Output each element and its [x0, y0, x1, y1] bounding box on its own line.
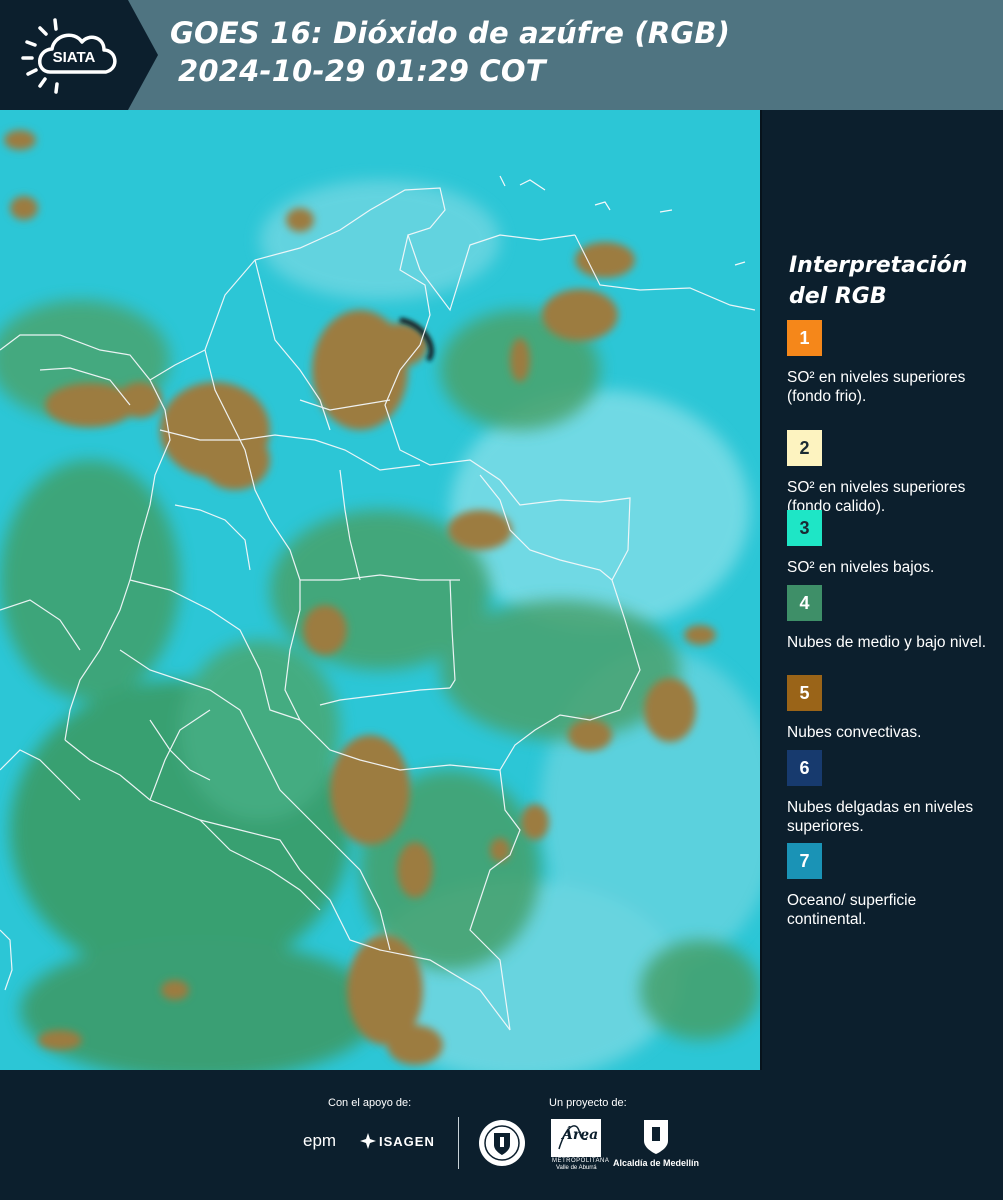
legend-item-3: 3 SO² en niveles bajos.: [787, 510, 997, 577]
area-logo-sub2: Valle de Aburrá: [556, 1165, 597, 1171]
page-title-line1: GOES 16: Dióxido de azúfre (RGB): [170, 16, 731, 50]
support-label: Con el apoyo de:: [328, 1097, 412, 1109]
siata-logo-text: SIATA: [53, 49, 96, 66]
legend-label-3: SO² en niveles bajos.: [787, 559, 935, 576]
isagen-logo: ISAGEN: [379, 1134, 435, 1149]
alcaldia-logo-text: Alcaldía de Medellín: [613, 1158, 700, 1168]
satellite-map: [0, 110, 760, 1070]
legend-swatch-4: 4: [787, 585, 822, 621]
legend-label-5: Nubes convectivas.: [787, 724, 922, 741]
legend-label-4: Nubes de medio y bajo nivel.: [787, 634, 987, 651]
medellin-seal-icon: [479, 1120, 525, 1166]
legend-swatch-7: 7: [787, 843, 822, 879]
legend-swatch-5: 5: [787, 675, 822, 711]
legend-title-line2: del RGB: [789, 284, 887, 309]
legend-title: Interpretación del RGB: [789, 250, 989, 312]
legend-item-7: 7 Oceano/ superficie continental.: [787, 843, 997, 929]
legend-item-4: 4 Nubes de medio y bajo nivel.: [787, 585, 997, 652]
legend-label-1: SO² en niveles superiores (fondo frio).: [787, 369, 966, 405]
legend-item-6: 6 Nubes delgadas en niveles superiores.: [787, 750, 997, 836]
legend-panel: Interpretación del RGB 1 SO² en niveles s…: [762, 110, 1003, 1070]
area-logo-text: Área: [562, 1127, 599, 1143]
epm-logo: epm: [303, 1131, 337, 1150]
legend-swatch-6: 6: [787, 750, 822, 786]
legend-title-line1: Interpretación: [789, 253, 968, 278]
project-label: Un proyecto de:: [549, 1097, 627, 1109]
legend-label-6: Nubes delgadas en niveles superiores.: [787, 799, 974, 835]
header-bar: SIATA GOES 16: Dióxido de azúfre (RGB) 2…: [0, 0, 1003, 110]
legend-item-5: 5 Nubes convectivas.: [787, 675, 997, 742]
legend-item-2: 2 SO² en niveles superiores (fondo calido…: [787, 430, 997, 516]
legend-item-1: 1 SO² en niveles superiores (fondo frio).: [787, 320, 997, 406]
legend-swatch-1: 1: [787, 320, 822, 356]
page-title-line2: 2024-10-29 01:29 COT: [178, 54, 546, 88]
isagen-icon: [360, 1133, 376, 1149]
siata-logo: SIATA: [0, 0, 158, 110]
area-logo-sub1: METROPOLITANA: [552, 1158, 610, 1164]
legend-swatch-2: 2: [787, 430, 822, 466]
legend-swatch-3: 3: [787, 510, 822, 546]
footer-separator: [458, 1117, 459, 1169]
legend-label-7: Oceano/ superficie continental.: [787, 892, 917, 928]
footer: Con el apoyo de: Un proyecto de: epm ISA…: [0, 1070, 1003, 1200]
alcaldia-shield-icon: [644, 1120, 668, 1154]
satellite-map-image: [0, 110, 760, 1070]
